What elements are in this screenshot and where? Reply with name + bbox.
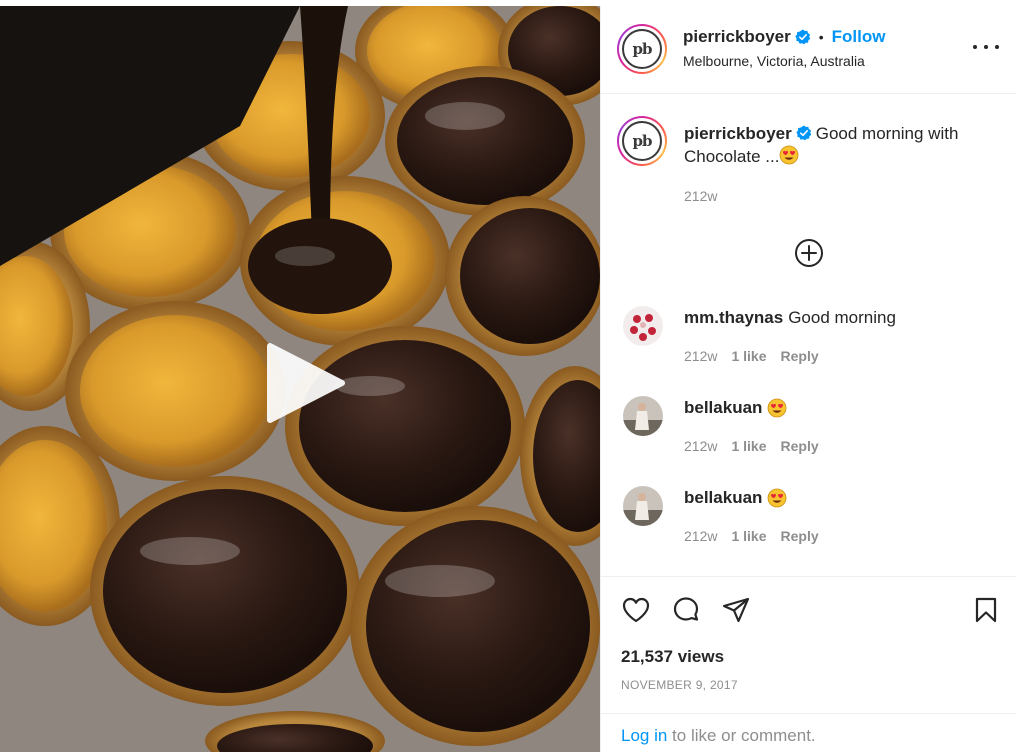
view-count[interactable]: 21,537 views: [621, 647, 724, 667]
comment-age[interactable]: 212w: [684, 438, 717, 454]
post-location[interactable]: Melbourne, Victoria, Australia: [683, 53, 885, 69]
caption-username[interactable]: pierrickboyer: [684, 124, 792, 143]
login-prompt-text: to like or comment.: [667, 726, 816, 745]
author-username[interactable]: pierrickboyer: [683, 27, 791, 47]
comment-icon[interactable]: [671, 595, 701, 625]
reply-button[interactable]: Reply: [781, 528, 819, 544]
separator-dot: •: [818, 29, 824, 45]
post-actions: 21,537 views NOVEMBER 9, 2017 Log in to …: [601, 576, 1016, 752]
verified-badge-icon: [795, 29, 811, 45]
login-link[interactable]: Log in: [621, 726, 667, 745]
send-icon[interactable]: [721, 595, 751, 625]
comment-username[interactable]: bellakuan: [684, 488, 762, 508]
post-header: pb pierrickboyer • Follow Melbourne, Vic…: [601, 6, 1016, 94]
comment-likes[interactable]: 1 like: [731, 528, 766, 544]
heart-eyes-emoji-icon: [768, 488, 787, 508]
comment-item: mm.thaynas Good morning 212w 1 like Repl…: [623, 306, 1003, 366]
comment-item: bellakuan 212w 1 like Reply: [623, 396, 1003, 456]
commenter-avatar[interactable]: [623, 306, 663, 346]
verified-badge-icon: [796, 125, 812, 141]
comment-text: Good morning: [788, 308, 896, 327]
comment-age[interactable]: 212w: [684, 348, 717, 364]
add-circle-icon[interactable]: [794, 238, 824, 268]
reply-button[interactable]: Reply: [781, 348, 819, 364]
play-icon[interactable]: [262, 340, 348, 426]
comment-username[interactable]: bellakuan: [684, 398, 762, 418]
caption-age[interactable]: 212w: [684, 188, 717, 204]
pb-logo: pb: [622, 29, 662, 69]
post-details-panel: pb pierrickboyer • Follow Melbourne, Vic…: [600, 6, 1016, 752]
caption-author-avatar[interactable]: pb: [617, 116, 667, 166]
comment-age[interactable]: 212w: [684, 528, 717, 544]
heart-icon[interactable]: [621, 595, 651, 625]
heart-eyes-emoji-icon: [768, 398, 787, 418]
comment-likes[interactable]: 1 like: [731, 348, 766, 364]
more-options-icon[interactable]: [973, 40, 999, 54]
reply-button[interactable]: Reply: [781, 438, 819, 454]
commenter-avatar[interactable]: [623, 486, 663, 526]
comment-likes[interactable]: 1 like: [731, 438, 766, 454]
comment-meta: 212w 1 like Reply: [684, 438, 819, 454]
post-date[interactable]: NOVEMBER 9, 2017: [621, 678, 738, 692]
caption-meta: 212w: [684, 188, 717, 204]
comment-meta: 212w 1 like Reply: [684, 528, 819, 544]
comment-item: bellakuan 212w 1 like Reply: [623, 486, 1003, 546]
comment-username[interactable]: mm.thaynas: [684, 308, 783, 328]
comment-meta: 212w 1 like Reply: [684, 348, 819, 364]
post-media[interactable]: [0, 6, 600, 752]
commenter-avatar[interactable]: [623, 396, 663, 436]
pb-logo: pb: [622, 121, 662, 161]
follow-button[interactable]: Follow: [832, 27, 886, 47]
author-avatar[interactable]: pb: [617, 24, 667, 74]
bookmark-icon[interactable]: [971, 595, 1001, 625]
login-prompt: Log in to like or comment.: [601, 713, 1016, 752]
heart-eyes-emoji-icon: [780, 145, 799, 165]
